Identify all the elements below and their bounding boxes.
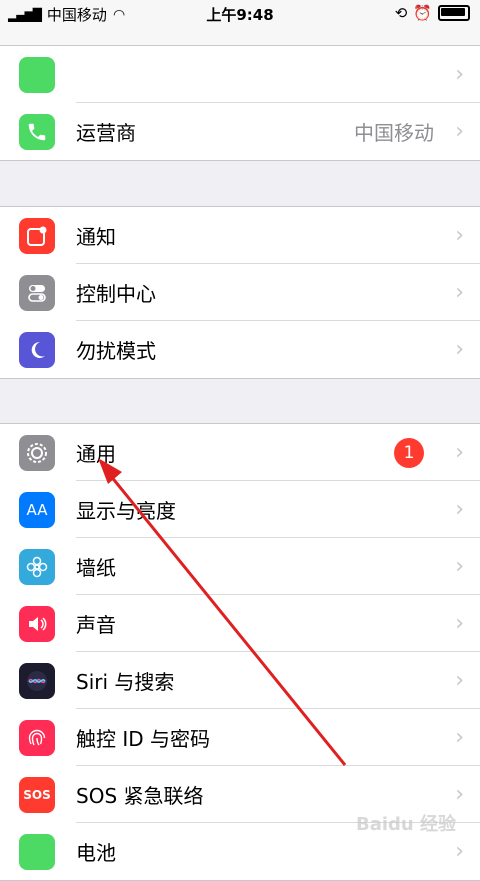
- annotation-arrow: [98, 458, 347, 766]
- watermark: Baidu 经验: [355, 814, 456, 835]
